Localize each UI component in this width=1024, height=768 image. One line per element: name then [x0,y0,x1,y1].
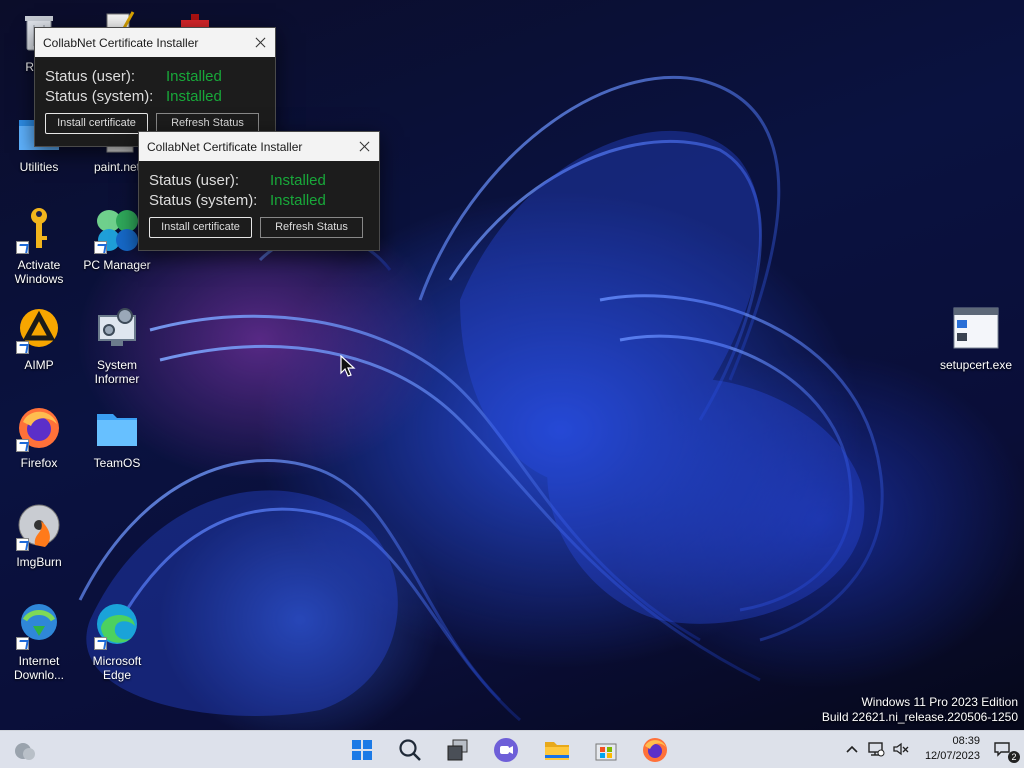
clock-date: 12/07/2023 [924,750,980,762]
taskbar-file-explorer[interactable] [542,735,572,765]
shortcut-arrow-icon [16,637,29,650]
volume-muted-icon [893,742,909,756]
tray-network[interactable] [867,740,885,758]
store-icon [595,743,617,761]
taskbar: 08:39 12/07/2023 2 [0,730,1024,768]
status-system-row: Status (system): Installed [45,88,222,105]
desktop-icon-label: Internet Downlo... [13,654,65,682]
tray-volume[interactable] [892,740,910,758]
taskbar-task-view[interactable] [443,735,473,765]
desktop-icon-label: ImgBurn [16,555,62,569]
file-explorer-icon [545,742,569,760]
executable-icon [953,307,999,349]
network-icon [868,742,885,757]
taskbar-microsoft-store[interactable] [591,735,621,765]
task-view-icon [447,739,468,761]
taskbar-start[interactable] [347,735,377,765]
windows-edition-watermark: Windows 11 Pro 2023 Edition Build 22621.… [822,695,1018,725]
status-system-value: Installed [270,192,326,209]
desktop-icon-label: Utilities [19,160,59,174]
shortcut-arrow-icon [16,241,29,254]
weather-icon [15,743,35,760]
taskbar-clock[interactable]: 08:39 12/07/2023 [925,734,980,764]
refresh-status-button[interactable]: Refresh Status [260,217,363,238]
chevron-up-icon [846,745,858,753]
desktop-icon-label: setupcert.exe [939,358,1013,372]
taskbar-search[interactable] [395,735,425,765]
status-user-value: Installed [270,172,326,189]
taskbar-firefox[interactable] [640,735,670,765]
close-icon[interactable] [349,132,379,161]
dialog-title-bar[interactable]: CollabNet Certificate Installer [139,132,379,161]
shortcut-arrow-icon [16,439,29,452]
dialog-title-bar[interactable]: CollabNet Certificate Installer [35,28,275,57]
desktop-icon-teamos[interactable]: TeamOS [80,404,154,470]
desktop-icon-system-informer[interactable]: System Informer [80,306,154,386]
shortcut-arrow-icon [94,241,107,254]
edition-text: Windows 11 Pro 2023 Edition [861,695,1018,709]
shortcut-arrow-icon [16,538,29,551]
desktop-icon-label: PC Manager [83,258,151,272]
shortcut-arrow-icon [16,341,29,354]
system-informer-icon [98,308,136,346]
desktop-icon-activate-windows[interactable]: Activate Windows [2,206,76,286]
desktop-icon-aimp[interactable]: AIMP [2,306,76,372]
search-icon [399,739,421,761]
dialog-title: CollabNet Certificate Installer [43,36,199,50]
clock-time: 08:39 [952,735,980,747]
desktop-icon-firefox[interactable]: Firefox [2,404,76,470]
desktop-icon-microsoft-edge[interactable]: Microsoft Edge [80,602,154,682]
start-icon [352,740,372,760]
meet-icon [494,738,518,762]
install-certificate-button[interactable]: Install certificate [45,113,148,134]
desktop-icon-imgburn[interactable]: ImgBurn [2,503,76,569]
desktop-icon-label: Firefox [20,456,58,470]
notification-count-badge: 2 [1008,751,1020,763]
status-user-label: Status (user): [45,68,136,85]
status-system-label: Status (system): [149,192,258,209]
status-system-value: Installed [166,88,222,105]
certificate-installer-dialog-front[interactable]: CollabNet Certificate Installer Status (… [138,131,380,251]
status-system-row: Status (system): Installed [149,192,326,209]
taskbar-meet[interactable] [491,735,521,765]
dialog-title: CollabNet Certificate Installer [147,140,303,154]
status-user-row: Status (user): Installed [45,68,222,85]
status-system-label: Status (system): [45,88,154,105]
desktop-icon-label: AIMP [24,358,54,372]
shortcut-arrow-icon [94,637,107,650]
desktop-icon-label: Microsoft Edge [92,654,142,682]
build-text: Build 22621.ni_release.220506-1250 [821,710,1018,724]
desktop-icon-label: System Informer [94,358,140,386]
install-certificate-button[interactable]: Install certificate [149,217,252,238]
status-user-row: Status (user): Installed [149,172,326,189]
desktop-icon-label: TeamOS [93,456,141,470]
desktop-icon-label: Activate Windows [14,258,64,286]
desktop-icon-setupcert-exe[interactable]: setupcert.exe [938,306,1014,372]
certificate-installer-dialog-back[interactable]: CollabNet Certificate Installer Status (… [34,27,276,147]
firefox-icon [643,738,667,762]
close-icon[interactable] [245,28,275,57]
status-user-label: Status (user): [149,172,240,189]
desktop-icon-internet-download-manager[interactable]: Internet Downlo... [2,602,76,682]
mouse-cursor-icon [340,355,356,377]
taskbar-weather[interactable] [10,735,40,765]
status-user-value: Installed [166,68,222,85]
tray-show-hidden-icons[interactable] [843,740,861,758]
folder-icon [97,414,137,446]
